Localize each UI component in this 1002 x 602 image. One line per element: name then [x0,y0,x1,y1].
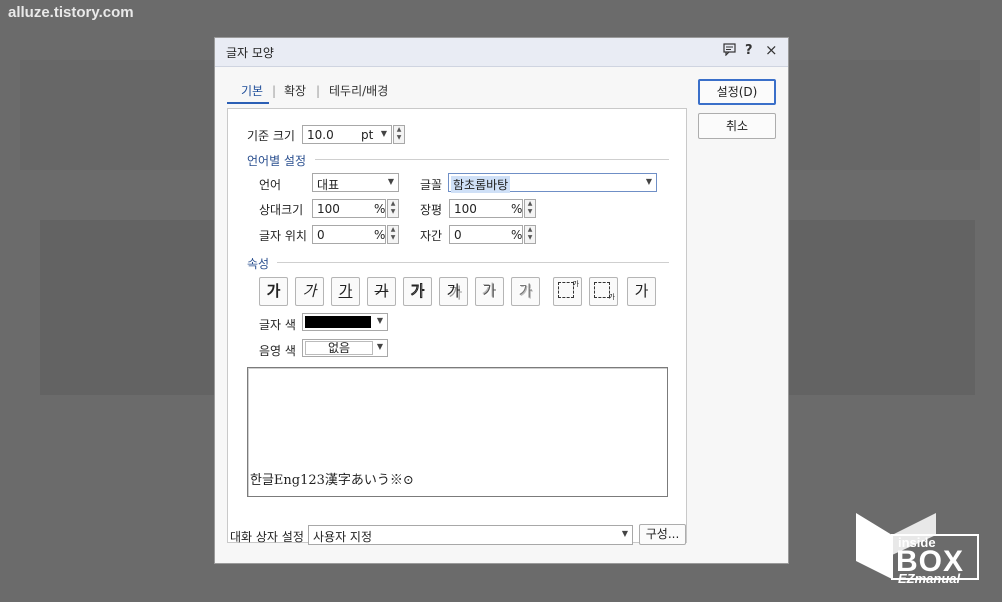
preview-text: 한글Eng123漢字あいう※⊙ [250,473,414,488]
emboss-button[interactable]: 가 [475,277,504,306]
chevron-down-icon[interactable]: ▼ [381,129,387,138]
text-color-label: 글자 색 [259,318,296,332]
chevron-down-icon[interactable]: ▼ [377,316,383,325]
shade-color-label: 음영 색 [259,344,296,358]
preview-box: 한글Eng123漢字あいう※⊙ [247,367,668,497]
language-section-title: 언어별 설정 [247,154,307,168]
dialog-title: 글자 모양 [226,46,274,60]
tab-border-background[interactable]: 테두리/배경 [329,82,388,99]
normal-button[interactable]: 가 [627,277,656,306]
dialog-settings-value: 사용자 지정 [313,530,373,544]
configure-button[interactable]: 구성... [639,524,686,545]
active-tab-indicator [227,102,269,104]
percent-label: % [374,202,386,216]
unit-label: pt [361,128,374,142]
char-position-stepper[interactable]: ▲ ▼ [387,225,399,244]
tab-extended[interactable]: 확장 [284,82,306,99]
percent-label: % [511,202,523,216]
bold-button[interactable]: 가 [259,277,288,306]
char-spacing-label: 자간 [420,229,443,243]
tab-basic[interactable]: 기본 [241,82,263,99]
shade-color-select[interactable]: 없음 ▼ [302,339,388,357]
text-color-select[interactable]: ▼ [302,313,388,331]
engrave-button[interactable]: 가 [511,277,540,306]
logo-text-ezmanual: EZmanual [898,571,961,586]
relative-size-stepper[interactable]: ▲ ▼ [387,199,399,218]
subscript-button[interactable]: 가 [589,277,618,306]
char-shape-dialog: 글자 모양 ? × 기본 | 확장 | 테두리/배경 설정(D) 취소 기준 크… [214,37,789,564]
superscript-button[interactable]: 가 [553,277,582,306]
outline-button[interactable]: 가 [403,277,432,306]
char-position-label: 글자 위치 [259,229,307,243]
relative-size-field[interactable]: 100 % [312,199,386,218]
dialog-settings-label: 대화 상자 설정 [230,530,304,544]
tab-separator: | [316,84,321,98]
chevron-down-icon[interactable]: ▼ [646,177,652,186]
section-divider [277,262,669,263]
chevron-down-icon[interactable]: ▼ [377,342,383,351]
base-size-label: 기준 크기 [247,129,295,143]
char-spacing-stepper[interactable]: ▲ ▼ [524,225,536,244]
title-bar: 글자 모양 ? × [215,38,788,67]
attributes-section-title: 속성 [247,257,270,271]
section-divider [315,159,669,160]
cancel-button[interactable]: 취소 [698,113,776,139]
tab-separator: | [272,84,277,98]
underline-button[interactable]: 가 [331,277,360,306]
percent-label: % [511,228,523,242]
chevron-down-icon[interactable]: ▼ [388,177,394,186]
ok-button[interactable]: 설정(D) [698,79,776,105]
superscript-glyph: 가 [572,280,579,288]
font-label: 글꼴 [420,178,443,192]
font-select[interactable]: 함초롬바탕 ▼ [448,173,657,193]
width-ratio-label: 장평 [420,203,443,217]
color-swatch [305,316,371,328]
width-ratio-field[interactable]: 100 % [449,199,523,218]
dialog-settings-select[interactable]: 사용자 지정 ▼ [308,525,633,545]
char-spacing-field[interactable]: 0 % [449,225,523,244]
close-icon[interactable]: × [765,41,778,59]
language-select[interactable]: 대표 ▼ [312,173,399,192]
relative-size-label: 상대크기 [259,203,304,217]
help-icon[interactable]: ? [745,43,753,58]
width-ratio-stepper[interactable]: ▲ ▼ [524,199,536,218]
italic-button[interactable]: 가 [295,277,324,306]
char-position-field[interactable]: 0 % [312,225,386,244]
percent-label: % [374,228,386,242]
message-icon[interactable] [723,43,736,60]
subscript-glyph: 가 [608,293,615,301]
base-size-field[interactable]: 10.0 pt ▼ [302,125,392,144]
shade-color-value: 없음 [305,341,373,355]
logo: inside BOX EZmanual [852,505,982,586]
shadow-button[interactable]: 가 [439,277,468,306]
watermark-url: alluze.tistory.com [8,4,134,21]
strikethrough-button[interactable]: 가 [367,277,396,306]
base-size-stepper[interactable]: ▲ ▼ [393,125,405,144]
chevron-down-icon[interactable]: ▼ [622,529,628,538]
language-label: 언어 [259,178,282,192]
